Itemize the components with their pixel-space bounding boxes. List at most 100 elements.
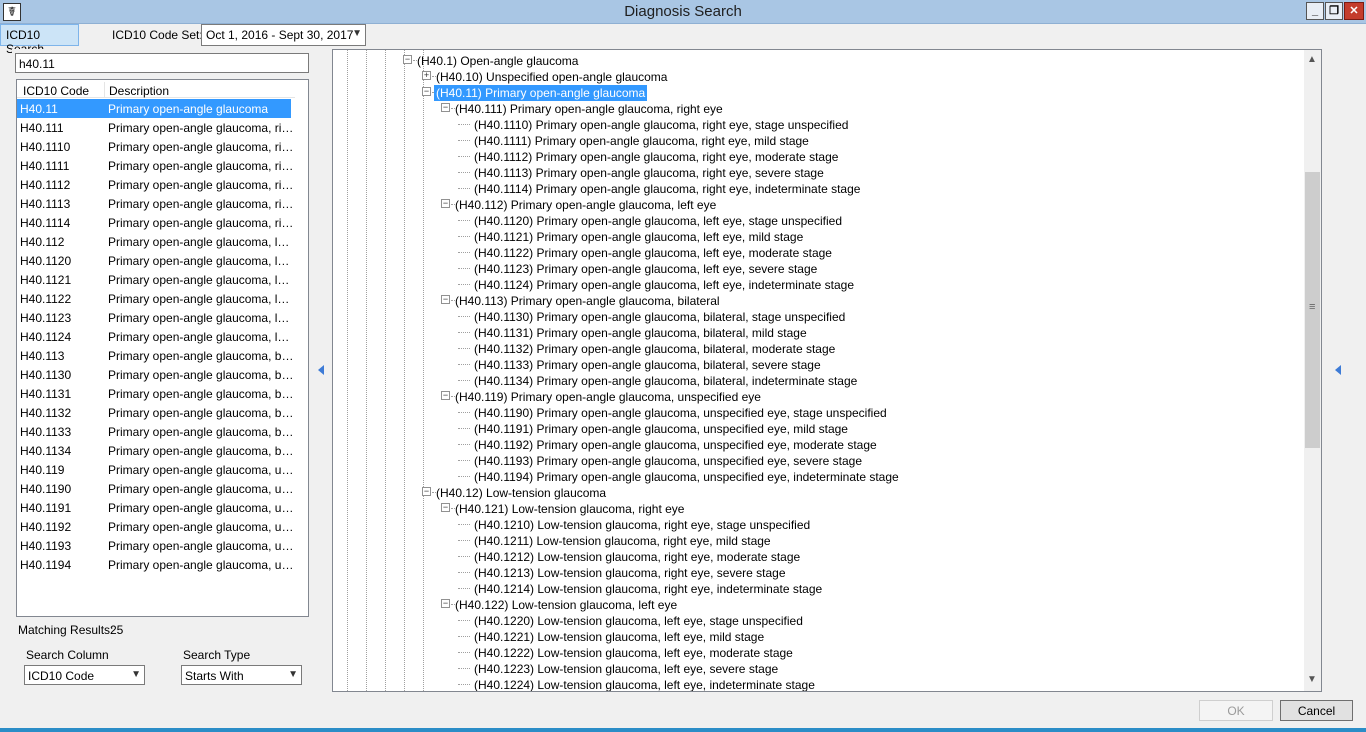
collapse-icon[interactable]: − (441, 503, 450, 512)
collapse-icon[interactable]: − (441, 295, 450, 304)
list-item[interactable]: H40.1190 Primary open-angle glaucoma, uns… (17, 479, 308, 498)
tree-connector (458, 364, 470, 365)
tab-icd10-search[interactable]: ICD10 Search (0, 24, 79, 56)
list-item[interactable]: H40.1193 Primary open-angle glaucoma, uns… (17, 536, 308, 555)
tree-connector (458, 252, 470, 253)
list-item[interactable]: H40.1192 Primary open-angle glaucoma, uns… (17, 517, 308, 536)
list-item[interactable]: H40.1191 Primary open-angle glaucoma, uns… (17, 498, 308, 517)
list-item[interactable]: H40.1133 Primary open-angle glaucoma, bil… (17, 422, 308, 441)
list-item[interactable]: H40.1112 Primary open-angle glaucoma, rig… (17, 175, 308, 194)
tree-node-label: (H40.1222) Low-tension glaucoma, left ey… (474, 646, 793, 660)
list-item-description: Primary open-angle glaucoma, bilate... (108, 406, 296, 420)
search-input[interactable] (15, 53, 309, 73)
list-item[interactable]: H40.11 Primary open-angle glaucoma (17, 99, 291, 118)
restore-icon: ❐ (1329, 5, 1339, 17)
collapse-icon[interactable]: − (422, 87, 431, 96)
scroll-up-icon[interactable]: ▲ (1307, 54, 1317, 65)
matching-results-count: 25 (110, 623, 124, 637)
close-button[interactable]: ✕ (1344, 2, 1364, 20)
search-column-select[interactable]: ICD10 Code ▼ (24, 665, 145, 685)
results-list[interactable]: ICD10 Code Description H40.11 Primary ope… (16, 79, 309, 617)
tree-connector (458, 412, 470, 413)
tree-guide-line (366, 50, 367, 691)
list-item[interactable]: H40.1130 Primary open-angle glaucoma, bil… (17, 365, 308, 384)
column-header-code[interactable]: ICD10 Code (17, 82, 105, 98)
minimize-icon: _ (1311, 5, 1319, 17)
list-item[interactable]: H40.1114 Primary open-angle glaucoma, rig… (17, 213, 308, 232)
tree-connector (458, 556, 470, 557)
collapse-left-splitter[interactable] (314, 49, 331, 692)
list-item[interactable]: H40.1194 Primary open-angle glaucoma, uns… (17, 555, 308, 574)
tree-connector (458, 460, 470, 461)
expand-icon[interactable]: + (422, 71, 431, 80)
collapse-right-splitter[interactable] (1323, 49, 1353, 692)
search-type-select[interactable]: Starts With ▼ (181, 665, 302, 685)
cancel-button[interactable]: Cancel (1280, 700, 1353, 721)
tree-node-label: (H40.1113) Primary open-angle glaucoma, … (474, 166, 824, 180)
search-column-label: Search Column (26, 648, 109, 662)
scroll-down-icon[interactable]: ▼ (1307, 674, 1317, 685)
list-item-code: H40.113 (20, 349, 65, 363)
column-header-description[interactable]: Description (106, 82, 295, 98)
tree-connector (458, 524, 470, 525)
tree-connector (458, 348, 470, 349)
list-item[interactable]: H40.112 Primary open-angle glaucoma, left… (17, 232, 308, 251)
scroll-thumb[interactable]: ≡ (1305, 172, 1320, 448)
list-item-description: Primary open-angle glaucoma, right ... (108, 140, 296, 154)
code-tree[interactable]: − (H40.1) Open-angle glaucoma + (H40.10) Un… (332, 49, 1322, 692)
collapse-icon[interactable]: − (441, 199, 450, 208)
list-item-description: Primary open-angle glaucoma, left e... (108, 254, 296, 268)
window-title: Diagnosis Search (624, 3, 742, 20)
restore-button[interactable]: ❐ (1325, 2, 1343, 20)
tree-node-label: (H40.1130) Primary open-angle glaucoma, … (474, 310, 846, 324)
list-item[interactable]: H40.1122 Primary open-angle glaucoma, lef… (17, 289, 308, 308)
chevron-down-icon: ▼ (288, 669, 298, 680)
tree-connector (458, 156, 470, 157)
list-rows: H40.11 Primary open-angle glaucoma H40.111… (17, 99, 308, 574)
tree-connector (458, 540, 470, 541)
chevron-down-icon: ▼ (352, 28, 362, 39)
tree-connector (458, 620, 470, 621)
collapse-right-icon (1335, 365, 1341, 375)
minimize-button[interactable]: _ (1306, 2, 1324, 20)
list-item[interactable]: H40.111 Primary open-angle glaucoma, righ… (17, 118, 308, 137)
list-item-description: Primary open-angle glaucoma, bilate... (108, 387, 296, 401)
collapse-icon[interactable]: − (441, 391, 450, 400)
collapse-icon[interactable]: − (403, 55, 412, 64)
tree-guide-line (404, 50, 405, 691)
list-item-code: H40.1112 (20, 178, 71, 192)
tree-connector (458, 236, 470, 237)
collapse-icon[interactable]: − (441, 599, 450, 608)
list-item[interactable]: H40.1124 Primary open-angle glaucoma, lef… (17, 327, 308, 346)
ok-button[interactable]: OK (1199, 700, 1273, 721)
list-item[interactable]: H40.1110 Primary open-angle glaucoma, rig… (17, 137, 308, 156)
tree-node-label: (H40.1212) Low-tension glaucoma, right e… (474, 550, 801, 564)
tree-connector (458, 636, 470, 637)
codeset-select[interactable]: Oct 1, 2016 - Sept 30, 2017 ▼ (201, 24, 366, 46)
tree-node-label: (H40.1221) Low-tension glaucoma, left ey… (474, 630, 765, 644)
tree-scrollbar[interactable]: ▲ ≡ ▼ (1304, 50, 1321, 691)
list-item[interactable]: H40.1134 Primary open-angle glaucoma, bil… (17, 441, 308, 460)
collapse-icon[interactable]: − (441, 103, 450, 112)
list-item-description: Primary open-angle glaucoma, right ... (108, 178, 296, 192)
list-item[interactable]: H40.1111 Primary open-angle glaucoma, rig… (17, 156, 308, 175)
list-item-description: Primary open-angle glaucoma, bilate... (108, 349, 296, 363)
list-item[interactable]: H40.1123 Primary open-angle glaucoma, lef… (17, 308, 308, 327)
tree-node-label: (H40.1214) Low-tension glaucoma, right e… (474, 582, 823, 596)
list-item[interactable]: H40.1113 Primary open-angle glaucoma, rig… (17, 194, 308, 213)
tree-connector (458, 476, 470, 477)
list-item[interactable]: H40.1131 Primary open-angle glaucoma, bil… (17, 384, 308, 403)
list-item-description: Primary open-angle glaucoma, bilate... (108, 444, 296, 458)
list-item[interactable]: H40.1121 Primary open-angle glaucoma, lef… (17, 270, 308, 289)
list-item[interactable]: H40.113 Primary open-angle glaucoma, bila… (17, 346, 308, 365)
tree-node-label: (H40.1114) Primary open-angle glaucoma, … (474, 182, 861, 196)
list-item[interactable]: H40.1120 Primary open-angle glaucoma, lef… (17, 251, 308, 270)
tree-node-label: (H40.1) Open-angle glaucoma (417, 54, 579, 68)
list-item[interactable]: H40.119 Primary open-angle glaucoma, unsp… (17, 460, 308, 479)
list-item[interactable]: H40.1132 Primary open-angle glaucoma, bil… (17, 403, 308, 422)
tree-node-label: (H40.1210) Low-tension glaucoma, right e… (474, 518, 811, 532)
collapse-icon[interactable]: − (422, 487, 431, 496)
list-item-description: Primary open-angle glaucoma, unsp... (108, 539, 296, 553)
list-item-code: H40.119 (20, 463, 65, 477)
tree-node-label: (H40.1121) Primary open-angle glaucoma, … (474, 230, 804, 244)
